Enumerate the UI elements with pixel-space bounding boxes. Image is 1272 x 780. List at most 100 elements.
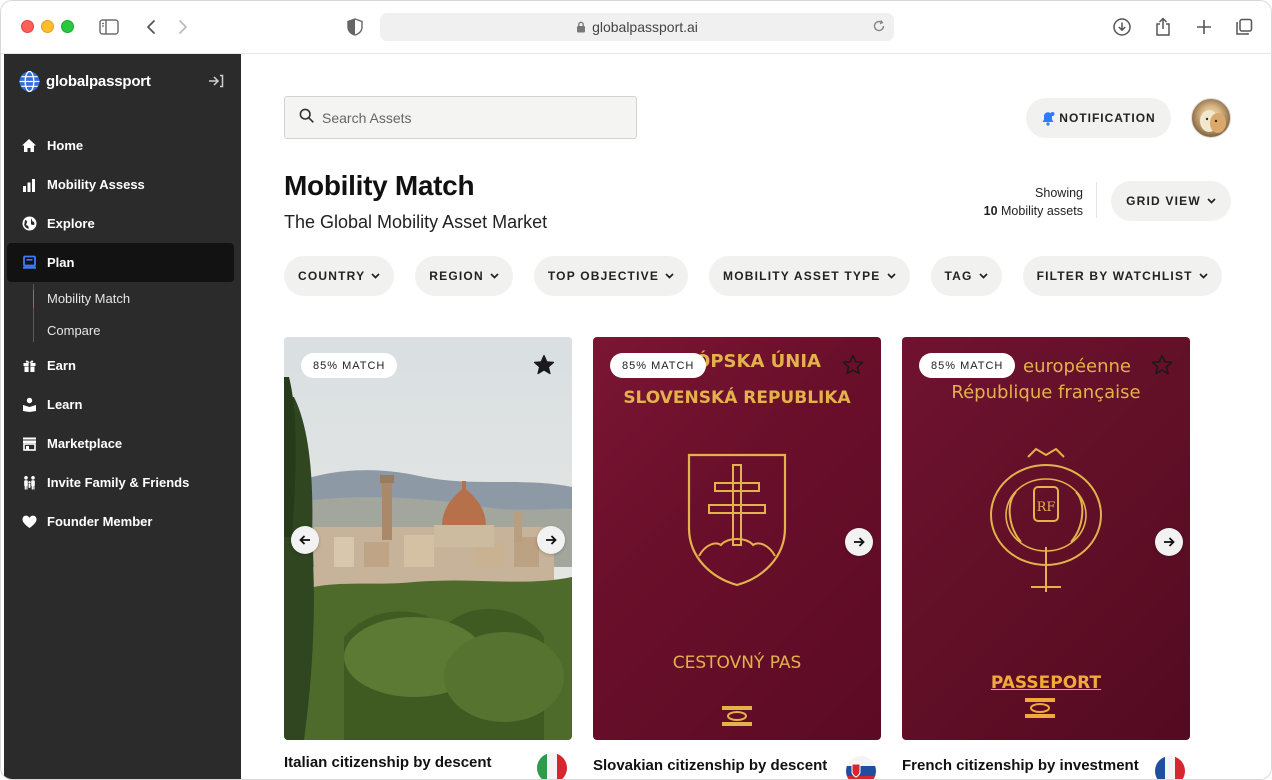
search-input[interactable] [322, 109, 622, 126]
notification-button[interactable]: NOTIFICATION [1026, 98, 1171, 138]
filter-country[interactable]: COUNTRY [284, 256, 395, 296]
filter-tag[interactable]: TAG [930, 256, 1002, 296]
sidebar-item-label: Home [47, 138, 84, 153]
lock-icon [576, 21, 586, 33]
avatar[interactable] [1191, 98, 1231, 138]
download-icon[interactable] [1110, 15, 1134, 39]
tab-overview-icon[interactable] [1232, 15, 1256, 39]
filter-label: TAG [944, 269, 973, 283]
filter-by-watchlist[interactable]: FILTER BY WATCHLIST [1022, 256, 1222, 296]
app-logo[interactable]: globalpassport [19, 71, 151, 92]
biometric-chip-icon [1025, 698, 1055, 718]
next-image-button[interactable] [845, 528, 873, 556]
heart-icon [21, 514, 37, 530]
sidebar-item-learn[interactable]: Learn [4, 385, 241, 424]
next-image-button[interactable] [537, 526, 565, 554]
asset-card-image: européenne République française RF PASSE… [902, 337, 1190, 740]
chevron-down-icon [490, 273, 499, 279]
previous-image-button[interactable] [291, 526, 319, 554]
match-badge: 85% MATCH [610, 353, 707, 378]
asset-title[interactable]: Slovakian citizenship by descent [593, 757, 827, 774]
sidebar-item-plan[interactable]: Plan [7, 243, 234, 282]
sidebar: globalpassport Home Mobility Assess Expl… [4, 54, 241, 779]
maximize-window-button[interactable] [61, 20, 74, 33]
view-toggle-dropdown[interactable]: GRID VIEW [1111, 181, 1231, 221]
sidebar-item-explore[interactable]: Explore [4, 204, 241, 243]
asset-card-image: 85% MATCH [284, 337, 572, 740]
filter-region[interactable]: REGION [415, 256, 513, 296]
sidebar-item-invite-family-friends[interactable]: Invite Family & Friends [4, 463, 241, 502]
privacy-shield-icon[interactable] [343, 15, 367, 39]
asset-grid: 85% MATCH Italian citizenship by descent [284, 337, 1271, 779]
sidebar-item-mobility-assess[interactable]: Mobility Assess [4, 165, 241, 204]
chevron-down-icon [371, 273, 380, 279]
svg-text:RF: RF [1037, 500, 1056, 515]
filter-label: TOP OBJECTIVE [547, 269, 660, 283]
subnav-active-indicator [33, 290, 34, 308]
filter-label: FILTER BY WATCHLIST [1036, 269, 1193, 283]
asset-card[interactable]: européenne République française RF PASSE… [902, 337, 1190, 779]
url-text: globalpassport.ai [592, 19, 698, 35]
watchlist-star-icon[interactable] [532, 353, 556, 377]
chevron-down-icon [978, 273, 988, 279]
filter-label: MOBILITY ASSET TYPE [723, 269, 881, 283]
next-image-button[interactable] [1155, 528, 1183, 556]
asset-card[interactable]: ÓPSKA ÚNIA SLOVENSKÁ REPUBLIKA CESTOVNÝ … [593, 337, 881, 779]
sidebar-item-label: Mobility Assess [47, 177, 145, 192]
bar-chart-icon [21, 177, 37, 193]
page-subtitle: The Global Mobility Asset Market [284, 212, 548, 232]
arrow-left-icon [299, 535, 310, 545]
asset-card[interactable]: 85% MATCH Italian citizenship by descent [284, 337, 572, 779]
sidebar-item-label: Learn [47, 397, 83, 412]
notification-label: NOTIFICATION [1059, 111, 1156, 125]
passport-country-text: République française [951, 382, 1141, 403]
learn-icon [21, 397, 37, 413]
sidebar-item-home[interactable]: Home [4, 126, 241, 165]
search-box[interactable] [284, 96, 637, 139]
back-icon[interactable] [139, 15, 163, 39]
reload-icon[interactable] [872, 19, 886, 33]
plan-icon [21, 255, 37, 271]
subnav-item-compare[interactable]: Compare [47, 314, 241, 346]
asset-title[interactable]: Italian citizenship by descent [284, 754, 492, 771]
chevron-down-icon [665, 273, 674, 279]
watchlist-star-icon[interactable] [1150, 353, 1174, 377]
forward-icon[interactable] [171, 15, 195, 39]
sidebar-item-founder-member[interactable]: Founder Member [4, 502, 241, 541]
new-tab-icon[interactable] [1192, 15, 1216, 39]
sidebar-toggle-icon[interactable] [97, 15, 121, 39]
france-flag-icon [1155, 756, 1185, 779]
passport-type-text: CESTOVNÝ PAS [672, 653, 802, 673]
match-badge: 85% MATCH [919, 353, 1016, 378]
slovak-coat-of-arms-icon [687, 453, 787, 587]
collapse-sidebar-icon[interactable] [208, 73, 224, 89]
subnav-item-mobility-match[interactable]: Mobility Match [47, 282, 241, 314]
arrow-right-icon [546, 535, 557, 545]
watchlist-star-icon[interactable] [841, 353, 865, 377]
main-content: NOTIFICATION Mobility Match The Global M… [241, 54, 1271, 779]
home-icon [21, 138, 37, 154]
sidebar-item-label: Marketplace [47, 436, 123, 451]
sidebar-item-earn[interactable]: Earn [4, 346, 241, 385]
minimize-window-button[interactable] [41, 20, 54, 33]
filter-label: REGION [429, 269, 484, 283]
asset-title[interactable]: French citizenship by investment [902, 757, 1139, 774]
sidebar-item-marketplace[interactable]: Marketplace [4, 424, 241, 463]
store-icon [21, 436, 37, 452]
chevron-down-icon [886, 273, 896, 279]
arrow-right-icon [1164, 537, 1175, 547]
logo-text: globalpassport [46, 73, 151, 90]
showing-label: Showing [1035, 186, 1083, 200]
address-bar[interactable]: globalpassport.ai [380, 13, 894, 41]
browser-toolbar: globalpassport.ai [1, 1, 1271, 54]
close-window-button[interactable] [21, 20, 34, 33]
filter-mobility-asset-type[interactable]: MOBILITY ASSET TYPE [709, 256, 910, 296]
filter-top-objective[interactable]: TOP OBJECTIVE [533, 256, 689, 296]
share-icon[interactable] [1151, 15, 1175, 39]
showing-count-line: 10 Mobility assets [946, 202, 1083, 220]
biometric-chip-icon [722, 706, 752, 726]
globalpassport-logo-icon [19, 71, 40, 92]
sidebar-item-label: Plan [47, 255, 75, 270]
plan-subnav: Mobility Match Compare [4, 282, 241, 346]
arrow-right-icon [854, 537, 865, 547]
